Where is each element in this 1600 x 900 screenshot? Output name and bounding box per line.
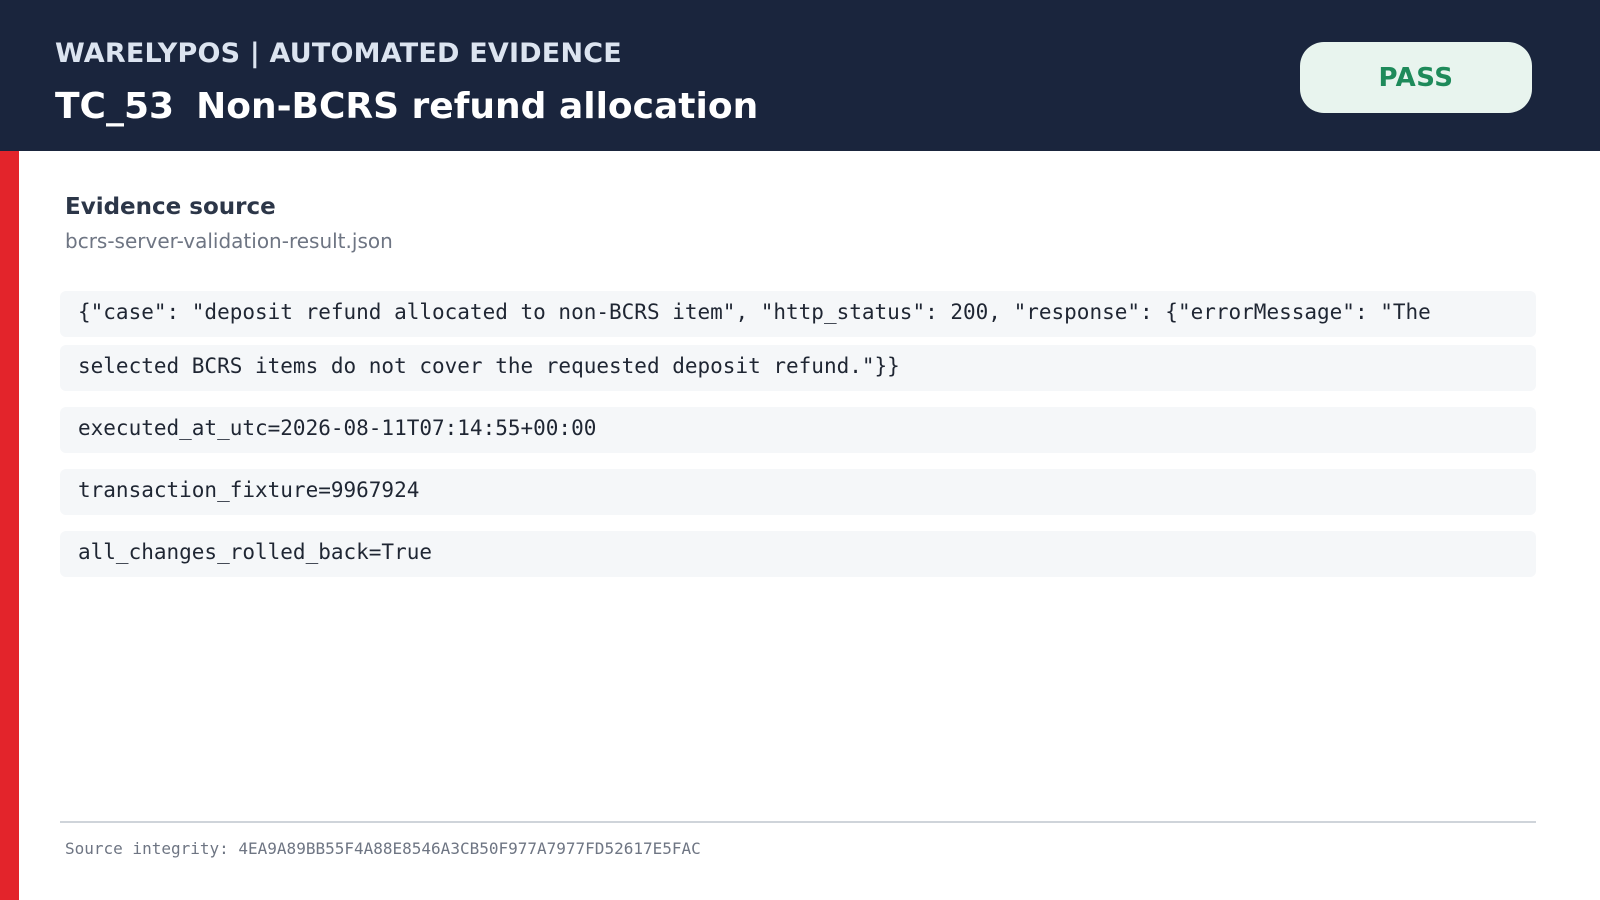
status-badge: PASS bbox=[1300, 42, 1532, 113]
evidence-line: all_changes_rolled_back=True bbox=[60, 531, 1536, 577]
accent-bar bbox=[0, 151, 19, 900]
test-name: Non-BCRS refund allocation bbox=[196, 86, 759, 127]
page-title: TC_53 Non-BCRS refund allocation bbox=[55, 86, 758, 127]
evidence-line-text: transaction_fixture=9967924 bbox=[78, 478, 420, 502]
test-id: TC_53 bbox=[55, 86, 175, 127]
brand-label: WARELYPOS | AUTOMATED EVIDENCE bbox=[55, 38, 622, 69]
evidence-line: {"case": "deposit refund allocated to no… bbox=[60, 291, 1536, 337]
evidence-file-name: bcrs-server-validation-result.json bbox=[65, 229, 393, 253]
evidence-line: executed_at_utc=2026-08-11T07:14:55+00:0… bbox=[60, 407, 1536, 453]
evidence-heading: Evidence source bbox=[65, 194, 276, 220]
source-integrity: Source integrity: 4EA9A89BB55F4A88E8546A… bbox=[65, 839, 701, 858]
evidence-line-text: {"case": "deposit refund allocated to no… bbox=[78, 300, 1431, 324]
evidence-line-text: all_changes_rolled_back=True bbox=[78, 540, 433, 564]
evidence-line: transaction_fixture=9967924 bbox=[60, 469, 1536, 515]
evidence-line-text: selected BCRS items do not cover the req… bbox=[78, 354, 900, 378]
page-header: WARELYPOS | AUTOMATED EVIDENCE TC_53 Non-… bbox=[0, 0, 1600, 151]
evidence-line-text: executed_at_utc=2026-08-11T07:14:55+00:0… bbox=[78, 416, 597, 440]
evidence-line: selected BCRS items do not cover the req… bbox=[60, 345, 1536, 391]
footer-divider bbox=[60, 821, 1536, 823]
